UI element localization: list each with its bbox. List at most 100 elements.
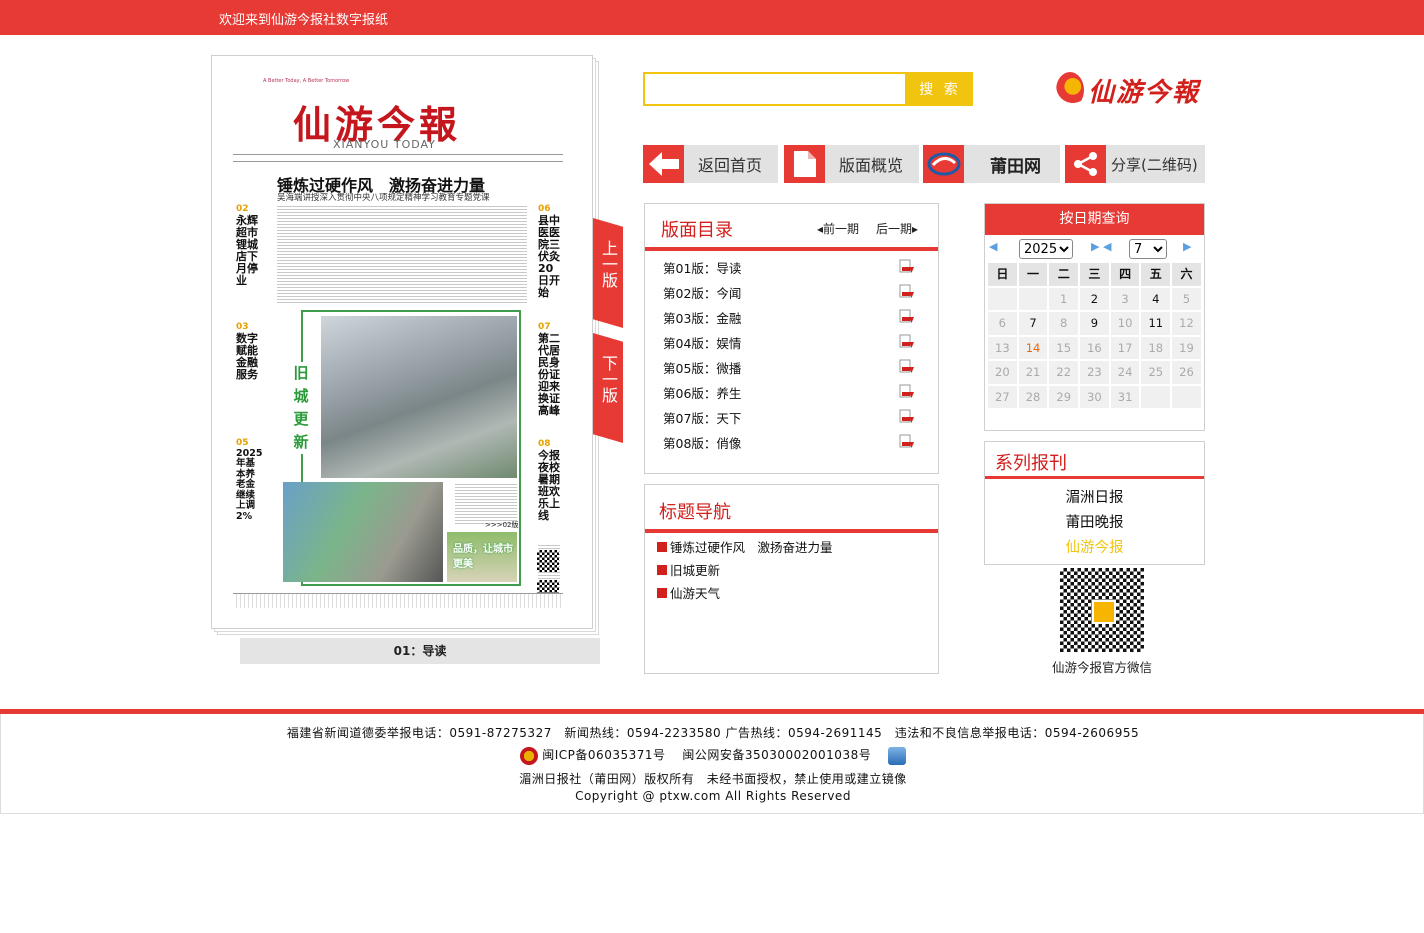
brand-name: 仙游今報 [1088,77,1201,108]
teaser-text: 第二代居民身份证迎来换证高峰 [538,332,560,417]
feature-photo-2 [283,482,443,582]
prev-year-icon[interactable]: ◀ [989,240,997,253]
prev-page-button[interactable]: 上一版 [593,218,623,328]
pdf-download-icon[interactable] [899,309,915,325]
page-footer [233,593,563,608]
pdf-download-icon[interactable] [899,434,915,450]
page-content: A Better Today, A Better Tomorrow 仙游今報 X… [233,78,563,608]
toc-item[interactable]: 第03版：金融 [663,308,741,327]
footer: 福建省新闻道德委举报电话：0591-87275327 新闻热线：0594-223… [0,714,1424,814]
calendar-empty-cell [1017,286,1049,311]
overview-button[interactable]: 版面概览 [784,145,919,183]
calendar-day: 8 [1048,311,1080,336]
newspaper-page[interactable]: A Better Today, A Better Tomorrow 仙游今報 X… [211,55,599,635]
toc-item[interactable]: 第06版：养生 [663,383,741,402]
headline-item[interactable]: 仙游天气 [657,583,720,602]
weekday-header: 三 [1079,262,1110,287]
prev-month-icon[interactable]: ◀ [1103,240,1111,253]
teaser-right-2[interactable]: 07 第二代居民身份证迎来换证高峰 [538,321,560,417]
home-button[interactable]: 返回首页 [643,145,778,183]
pdf-download-icon[interactable] [899,359,915,375]
calendar-day[interactable]: 4 [1140,286,1172,311]
teaser-text: 2025年基本养老金继续上调2% [236,447,263,522]
teaser-text: 永辉超市锂城店下月停业 [236,214,258,287]
teaser-left-1[interactable]: 02 永辉超市锂城店下月停业 [236,203,258,287]
headline-item[interactable]: 锤炼过硬作风 激扬奋进力量 [657,537,833,556]
toc-item[interactable]: 第05版：微播 [663,358,741,377]
calendar-day: 23 [1079,360,1110,385]
calendar-day[interactable]: 9 [1079,311,1110,336]
police-record-link[interactable]: 闽公网安备35030002001038号 [682,748,871,762]
welcome-text: 欢迎来到仙游今报社数字报纸 [219,13,389,28]
series-panel: 系列报刊 湄洲日报 莆田晚报 仙游今报 [984,441,1205,565]
next-year-icon[interactable]: ▶ [1091,240,1099,253]
calendar-day: 1 [1048,286,1080,311]
icp-link[interactable]: 闽ICP备06035371号 [542,748,665,762]
pdf-download-icon[interactable] [899,259,915,275]
weekday-header: 日 [987,262,1018,287]
calendar-day[interactable]: 11 [1140,311,1172,336]
pdf-download-icon[interactable] [899,384,915,400]
calendar-day[interactable]: 2 [1079,286,1110,311]
toc-item[interactable]: 第04版：娱情 [663,333,741,352]
toc-title: 版面目录 [661,220,733,241]
page-sheet[interactable]: A Better Today, A Better Tomorrow 仙游今報 X… [211,55,593,629]
teaser-right-1[interactable]: 06 县中医医院三伏灸20日开始 [538,203,560,299]
next-issue-link[interactable]: 后一期▸ [876,220,918,237]
pdf-download-icon[interactable] [899,334,915,350]
calendar-day[interactable]: 14 [1017,335,1049,360]
footer-icp-line: 闽ICP备06035371号 闽公网安备35030002001038号 [1,746,1424,765]
calendar-day: 25 [1140,360,1172,385]
pdf-download-icon[interactable] [899,409,915,425]
toc-item[interactable]: 第02版：今闻 [663,283,741,302]
teaser-left-3[interactable]: 05 2025年基本养老金继续上调2% [236,438,262,522]
toc-rule [645,247,938,251]
ptxw-link[interactable]: 莆田网 [923,145,1060,183]
series-item[interactable]: 莆田晚报 [985,511,1204,532]
search-button[interactable]: 搜 索 [907,72,973,106]
calendar-day: 17 [1109,335,1141,360]
month-select[interactable]: 7 [1129,239,1167,259]
feature-label: 旧城更新 [291,362,311,454]
teaser-text: 县中医医院三伏灸20日开始 [538,214,560,299]
teaser-left-2[interactable]: 03 数字赋能金融服务 [236,321,258,381]
brand-logo: 仙游今報 [1056,70,1200,110]
series-item[interactable]: 湄洲日报 [985,486,1204,507]
feature-photo[interactable] [321,316,517,478]
calendar-day: 12 [1171,311,1202,336]
calendar-day: 30 [1079,384,1110,409]
date-calendar: 按日期查询 ◀ 2025 ▶ ◀ 7 ▶ 日一二三四五六 1 2 3 4 5 6 7 8 9 10 1… [984,203,1205,431]
toc-item[interactable]: 第01版：导读 [663,258,741,277]
calendar-empty-cell [1140,384,1172,409]
article-body [277,204,527,304]
next-page-label: 下一版 [599,355,618,403]
footer-copyright-cn: 湄洲日报社（莆田网）版权所有 未经书面授权，禁止使用或建立镜像 [519,772,907,786]
next-month-icon[interactable]: ▶ [1183,240,1191,253]
share-button[interactable]: 分享(二维码) [1065,145,1205,183]
toc-panel: 版面目录 ◂前一期 后一期▸ 第01版：导读 第02版：今闻 第03版：金融 第04版… [644,203,939,474]
headline-label: 旧城更新 [670,563,721,578]
calendar-day: 26 [1171,360,1202,385]
calendar-day: 20 [987,360,1018,385]
calendar-day: 15 [1048,335,1080,360]
toc-item[interactable]: 第08版：俏像 [663,433,741,452]
page-dateline [233,154,563,162]
page-masthead-en: XIANYOU TODAY [333,138,436,151]
toc-item[interactable]: 第07版：天下 [663,408,741,427]
teaser-right-3[interactable]: 08 今报夜校暑期班欢乐上线 [538,438,560,522]
year-select[interactable]: 2025 [1019,239,1073,259]
calendar-day[interactable]: 7 [1017,311,1049,336]
pdf-download-icon[interactable] [899,284,915,300]
bullet-icon [657,564,667,575]
ptxw-label: 莆田网 [990,156,1041,177]
prev-issue-label: 前一期 [823,222,860,236]
next-issue-label: 后一期 [876,222,913,236]
prev-issue-link[interactable]: ◂前一期 [817,220,859,237]
search-input[interactable] [643,72,907,106]
home-label: 返回首页 [698,156,763,175]
headline-item[interactable]: 旧城更新 [657,560,720,579]
next-page-button[interactable]: 下一版 [593,333,623,443]
calendar-day: 5 [1171,286,1202,311]
series-item[interactable]: 仙游今报 [985,536,1204,557]
document-icon [784,145,825,183]
